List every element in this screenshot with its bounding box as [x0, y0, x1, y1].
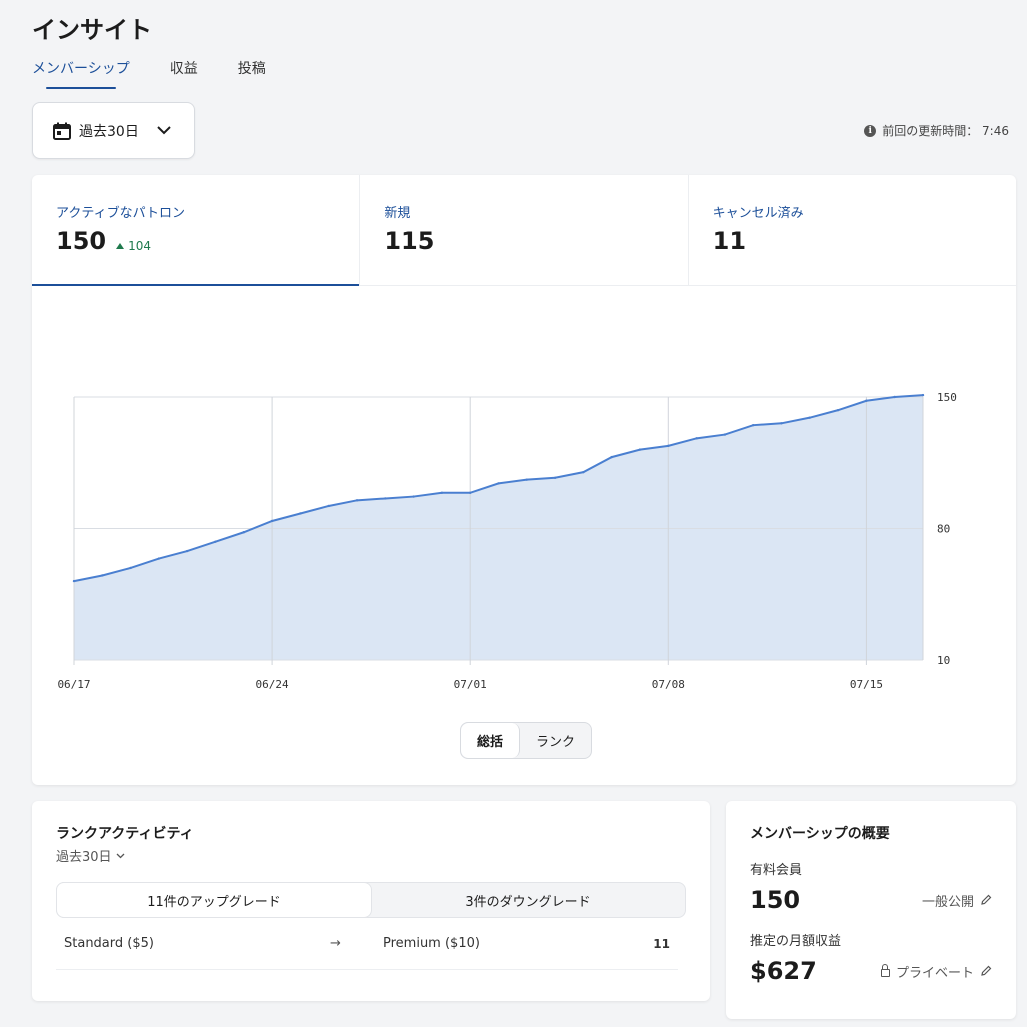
revenue-visibility-edit[interactable]: プライベート: [880, 962, 992, 981]
monthly-revenue-label: 推定の月額収益: [750, 934, 842, 949]
chart-data-point: [582, 470, 585, 474]
chart-data-point: [893, 395, 896, 399]
visibility-label: 一般公開: [921, 894, 974, 910]
chart-data-point: [667, 444, 670, 448]
pencil-icon: [981, 894, 992, 905]
chart-data-point: [186, 549, 189, 553]
to-tier: Premium ($10): [383, 936, 480, 951]
chart-data-point: [836, 408, 840, 412]
rank-change-tabs: 11件のアップグレード 3件のダウングレード: [56, 882, 686, 918]
monthly-revenue-value: $627: [750, 957, 817, 985]
chart-data-point: [327, 504, 330, 508]
lock-icon: [880, 963, 890, 977]
chevron-down-icon: [116, 853, 125, 858]
membership-summary-card: メンバーシップの概要 有料会員 150 一般公開 推定の月額収益 $627 プラ…: [726, 801, 1016, 1019]
chart-data-point: [242, 531, 245, 534]
change-count: 11: [653, 936, 670, 951]
chart-data-point: [469, 491, 472, 495]
y-tick-label: 150: [937, 391, 957, 404]
chart-data-point: [553, 476, 557, 479]
from-tier: Standard ($5): [64, 936, 154, 951]
chart-data-point: [808, 416, 811, 419]
chart-data-point: [610, 455, 613, 459]
chart-data-point: [412, 495, 415, 498]
y-tick-label: 10: [937, 654, 950, 667]
patrons-chart: 150 80 10 06/17 06/24 07/01 07/08 07/15: [57, 391, 957, 691]
paid-members-label: 有料会員: [750, 863, 803, 878]
info-icon: i: [864, 124, 877, 137]
rank-period-dropdown[interactable]: 過去30日: [56, 846, 686, 865]
chart-data-point: [638, 448, 642, 451]
x-tick-label: 07/01: [454, 678, 487, 691]
tab-bar: メンバーシップ 収益 投稿: [32, 58, 266, 89]
chevron-down-icon: [157, 126, 171, 135]
visibility-label: プライベート: [895, 965, 974, 981]
chart-data-point: [440, 491, 444, 495]
chart-data-point: [497, 482, 500, 485]
x-tick-label: 06/17: [57, 678, 90, 691]
chart-data-point: [695, 437, 698, 440]
arrow-right-icon: →: [330, 936, 341, 951]
x-tick-label: 07/08: [652, 678, 685, 691]
chart-data-point: [157, 557, 161, 560]
chart-data-point: [723, 433, 727, 436]
tab-posts[interactable]: 投稿: [238, 58, 266, 88]
date-range-dropdown[interactable]: 過去30日: [32, 102, 195, 159]
paid-members-value: 150: [750, 886, 801, 914]
chart-data-point: [270, 519, 274, 523]
chart-data-point: [299, 512, 302, 515]
rank-activity-title: ランクアクティビティ: [56, 826, 194, 842]
date-range-label: 過去30日: [79, 123, 139, 140]
tab-revenue[interactable]: 収益: [170, 58, 198, 88]
membership-summary-title: メンバーシップの概要: [750, 826, 890, 842]
chart-data-point: [101, 574, 104, 577]
pencil-icon: [981, 965, 992, 976]
chart-data-point: [780, 422, 783, 425]
last-updated: i 前回の更新時間： 7:46: [864, 122, 1009, 139]
chart-data-point: [355, 499, 359, 502]
x-tick-label: 07/15: [850, 678, 883, 691]
chart-data-point: [384, 497, 387, 500]
insights-card: アクティブなパトロン 150 104 新規 115 キャンセル済み 11 150…: [32, 175, 1016, 785]
last-updated-text: 前回の更新時間： 7:46: [882, 124, 1009, 138]
chart-data-point: [752, 423, 755, 427]
chart-data-point: [865, 399, 868, 402]
rank-period-label: 過去30日: [56, 850, 112, 865]
paid-visibility-edit[interactable]: 一般公開: [922, 891, 992, 910]
x-tick-label: 06/24: [256, 678, 289, 691]
y-tick-label: 80: [937, 523, 950, 536]
chart-data-point: [129, 566, 132, 570]
downgrades-tab[interactable]: 3件のダウングレード: [371, 883, 685, 917]
page-title: インサイト: [32, 16, 152, 44]
calendar-icon: [53, 122, 71, 140]
rank-activity-card: ランクアクティビティ 過去30日 11件のアップグレード 3件のダウングレード …: [32, 801, 710, 1001]
summary-toggle-button[interactable]: 総括: [461, 723, 521, 758]
chart-data-point: [525, 478, 528, 481]
chart-data-point: [214, 540, 217, 543]
tab-membership[interactable]: メンバーシップ: [32, 58, 130, 89]
chart-data-point: [921, 393, 925, 397]
upgrades-tab[interactable]: 11件のアップグレード: [57, 883, 371, 917]
rank-toggle-button[interactable]: ランク: [520, 723, 591, 758]
chart-data-point: [72, 579, 76, 583]
chart-area-fill: [74, 395, 923, 660]
table-row: Standard ($5) → Premium ($10) 11: [56, 918, 678, 970]
chart-view-toggle: 総括 ランク: [460, 722, 593, 759]
